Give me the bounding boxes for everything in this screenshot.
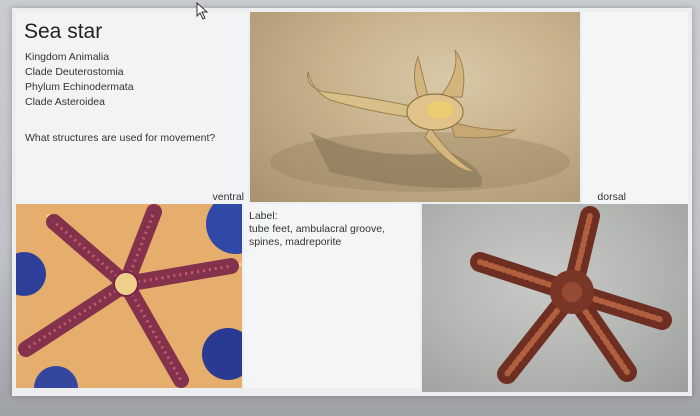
dorsal-sea-star-image — [470, 206, 672, 384]
sea-star-sand-photo — [250, 12, 580, 202]
mouse-cursor-icon — [196, 2, 209, 20]
sand-sea-star-image — [270, 49, 570, 192]
movement-question: What structures are used for movement? — [25, 132, 216, 144]
label-heading: Label: — [249, 210, 278, 222]
monitor-screen: Sea star Kingdom Animalia Clade Deuteros… — [0, 0, 700, 416]
taxonomy-phylum: Phylum Echinodermata — [25, 81, 134, 93]
dorsal-caption: dorsal — [597, 191, 626, 203]
ventral-sea-star-image — [16, 204, 242, 388]
slide-title: Sea star — [24, 20, 103, 43]
dorsal-caption-area: dorsal — [582, 12, 688, 204]
slide: Sea star Kingdom Animalia Clade Deuteros… — [12, 8, 692, 396]
title-text-panel: Sea star Kingdom Animalia Clade Deuteros… — [16, 12, 248, 204]
label-terms: tube feet, ambulacral groove, spines, ma… — [249, 223, 385, 248]
sea-star-dorsal-photo — [422, 204, 688, 392]
taxonomy-kingdom: Kingdom Animalia — [25, 51, 110, 63]
taxonomy-list: Kingdom Animalia Clade Deuterostomia Phy… — [25, 50, 134, 110]
sea-star-ventral-photo — [16, 204, 242, 388]
taxonomy-clade-deuterostomia: Clade Deuterostomia — [25, 66, 124, 78]
ventral-caption: ventral — [212, 191, 244, 203]
taxonomy-clade-asteroidea: Clade Asteroidea — [25, 96, 105, 108]
label-text-panel: Label: tube feet, ambulacral groove, spi… — [244, 204, 420, 388]
